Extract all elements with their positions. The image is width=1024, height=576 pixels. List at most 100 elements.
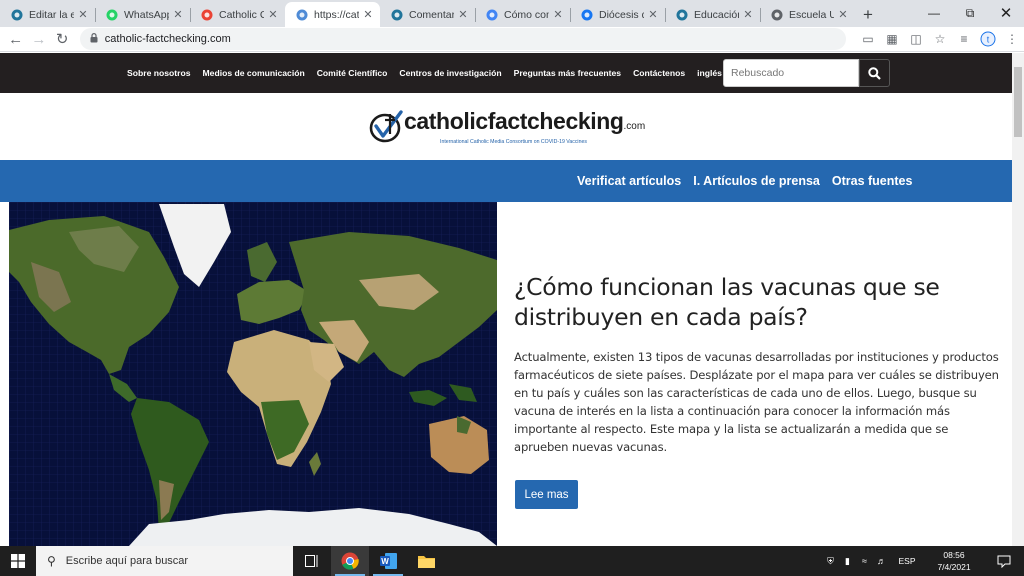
logo-suffix: .com: [623, 121, 646, 132]
tab-close-icon[interactable]: ✕: [457, 8, 469, 21]
top-nav-link[interactable]: Centros de investigación: [399, 68, 501, 78]
taskbar-search-placeholder: Escribe aquí para buscar: [65, 555, 189, 567]
browser-tab[interactable]: Editar la entrada✕: [0, 2, 95, 27]
clock-time: 08:56: [943, 550, 965, 560]
logo-wordmark: catholicfactchecking.com: [404, 108, 646, 134]
tab-close-icon[interactable]: ✕: [742, 8, 754, 21]
minimize-icon[interactable]: —: [916, 0, 952, 26]
browser-tab-strip: Editar la entrada✕WhatsApp✕Catholic Con✕…: [0, 0, 1024, 27]
tab-title: https://catho: [314, 8, 359, 21]
main-menu: Verificat artículos I. Artículos de prens…: [577, 160, 912, 202]
page-scrollbar[interactable]: [1012, 53, 1024, 546]
cast-icon[interactable]: ▭: [856, 28, 880, 50]
wordpress-icon: [390, 8, 403, 21]
language-dropdown[interactable]: inglés: [697, 68, 722, 78]
taskbar-clock[interactable]: 08:56 7/4/2021: [924, 549, 984, 573]
loading-icon: [295, 8, 308, 21]
google-icon: [485, 8, 498, 21]
windows-start-icon[interactable]: [0, 546, 36, 576]
tab-close-icon[interactable]: ✕: [77, 8, 89, 21]
checkmark-cross-logo-icon: [369, 110, 403, 143]
article-body: Actualmente, existen 13 tipos de vacunas…: [514, 350, 999, 454]
browser-tab[interactable]: Catholic Con✕: [190, 2, 285, 27]
read-more-button[interactable]: Lee mas: [515, 480, 578, 509]
wifi-icon[interactable]: ≈: [856, 556, 873, 566]
reload-icon[interactable]: ↻: [51, 27, 74, 51]
new-tab-button[interactable]: +: [855, 2, 881, 27]
main-menu-bar: Verificat artículos I. Artículos de prens…: [0, 160, 1012, 202]
battery-icon[interactable]: ▮: [839, 556, 856, 567]
qr-code-icon[interactable]: ▦: [880, 28, 904, 50]
top-nav-links: Sobre nosotros Medios de comunicación Comi…: [127, 53, 728, 93]
browser-tab[interactable]: https://catho✕: [285, 2, 380, 27]
site-top-nav: Sobre nosotros Medios de comunicación Comi…: [0, 53, 1012, 93]
word-taskbar-icon[interactable]: W: [369, 546, 407, 576]
tab-title: Catholic Con: [219, 8, 264, 21]
world-map-image: [9, 202, 497, 546]
globe-icon: [770, 8, 783, 21]
main-menu-item[interactable]: Otras fuentes: [832, 174, 913, 188]
main-menu-item[interactable]: I. Artículos de prensa: [693, 174, 820, 188]
top-nav-link[interactable]: Sobre nosotros: [127, 68, 191, 78]
tab-title: Educación: [694, 8, 739, 21]
scrollbar-thumb[interactable]: [1014, 67, 1022, 137]
toolbar-icons: ▭ ▦ ◫ ☆ ≡ t ⋮: [856, 28, 1024, 50]
file-explorer-icon[interactable]: [407, 546, 445, 576]
tab-close-icon[interactable]: ✕: [647, 8, 659, 21]
browser-tab[interactable]: Diócesis de✕: [570, 2, 665, 27]
search-button[interactable]: [859, 59, 890, 87]
tab-title: WhatsApp: [124, 8, 169, 21]
taskbar-search-box[interactable]: ⚲ Escribe aquí para buscar: [36, 546, 293, 576]
language-indicator[interactable]: ESP: [890, 556, 924, 566]
security-shield-icon[interactable]: ⛨: [822, 556, 839, 567]
browser-tab[interactable]: Escuela Uni✕: [760, 2, 855, 27]
windows-taskbar: ⚲ Escribe aquí para buscar W ⛨ ▮ ≈ ♬ ESP…: [0, 546, 1024, 576]
top-nav-link[interactable]: Contáctenos: [633, 68, 685, 78]
wordpress-icon: [675, 8, 688, 21]
window-controls: — ⧉ ✕: [916, 0, 1024, 26]
tab-title: Editar la entrada: [29, 8, 74, 21]
wordpress-icon: [10, 8, 23, 21]
main-menu-item[interactable]: Verificat artículos: [577, 174, 681, 188]
address-bar[interactable]: catholic-factchecking.com: [79, 28, 846, 50]
tab-close-icon[interactable]: ✕: [362, 8, 374, 21]
tab-title: Diócesis de: [599, 8, 644, 21]
browser-tab[interactable]: Educación ✕: [665, 2, 760, 27]
tab-title: Comentarios: [409, 8, 454, 21]
tab-close-icon[interactable]: ✕: [837, 8, 849, 21]
site-logo[interactable]: catholicfactchecking.com International C…: [368, 109, 645, 145]
tab-close-icon[interactable]: ✕: [552, 8, 564, 21]
top-nav-link[interactable]: Preguntas más frecuentes: [514, 68, 621, 78]
system-tray: ⛨ ▮ ≈ ♬ ESP 08:56 7/4/2021: [822, 546, 1024, 576]
tab-close-icon[interactable]: ✕: [172, 8, 184, 21]
bookmark-star-icon[interactable]: ☆: [928, 28, 952, 50]
browser-tab[interactable]: Cómo comp✕: [475, 2, 570, 27]
site-search-input[interactable]: [723, 59, 859, 87]
close-icon[interactable]: ✕: [988, 0, 1024, 26]
chrome-taskbar-icon[interactable]: [331, 546, 369, 576]
tab-list: Editar la entrada✕WhatsApp✕Catholic Con✕…: [0, 0, 855, 27]
top-nav-link[interactable]: Medios de comunicación: [203, 68, 305, 78]
browser-tab[interactable]: Comentarios✕: [380, 2, 475, 27]
top-nav-link[interactable]: Comité Científico: [317, 68, 388, 78]
tab-close-icon[interactable]: ✕: [267, 8, 279, 21]
task-view-icon[interactable]: [293, 546, 331, 576]
volume-icon[interactable]: ♬: [873, 556, 890, 566]
logo-band: catholicfactchecking.com International C…: [0, 93, 1012, 160]
whatsapp-icon: [105, 8, 118, 21]
menu-icon[interactable]: ⋮: [1000, 28, 1024, 50]
browser-tab[interactable]: WhatsApp ✕: [95, 2, 190, 27]
translate-icon[interactable]: ◫: [904, 28, 928, 50]
restore-icon[interactable]: ⧉: [952, 0, 988, 26]
profile-avatar-icon[interactable]: t: [976, 28, 1000, 50]
logo-tagline: International Catholic Media Consortium …: [440, 139, 587, 145]
back-icon[interactable]: ←: [4, 27, 27, 51]
gmail-icon: [200, 8, 213, 21]
forward-icon[interactable]: →: [27, 27, 50, 51]
notification-center-icon[interactable]: [984, 555, 1024, 568]
lock-icon[interactable]: [90, 32, 98, 46]
search-icon: [868, 66, 881, 80]
search-icon: ⚲: [47, 554, 56, 568]
tab-title: Cómo comp: [504, 8, 549, 21]
reading-list-icon[interactable]: ≡: [952, 28, 976, 50]
